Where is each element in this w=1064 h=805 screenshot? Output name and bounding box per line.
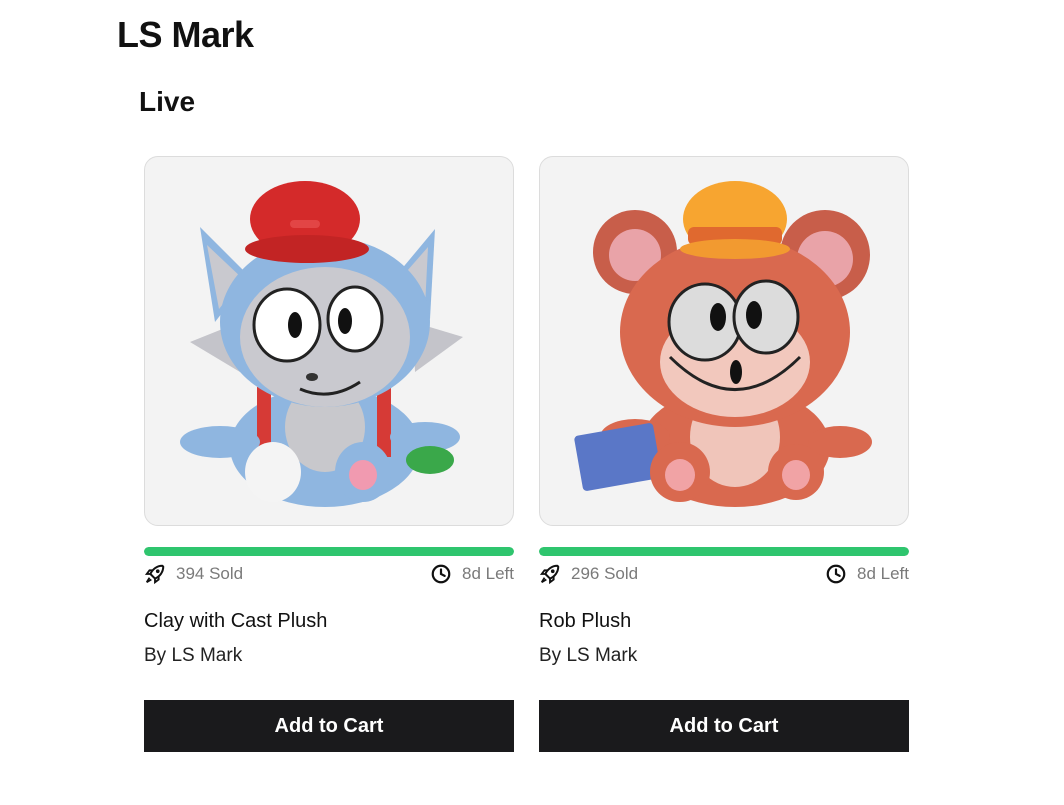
product-name[interactable]: Rob Plush [539, 610, 909, 633]
sales-progress-bar [144, 547, 514, 556]
product-name[interactable]: Clay with Cast Plush [144, 610, 514, 633]
sold-count: 394 Sold [176, 564, 244, 583]
clock-icon [431, 564, 451, 584]
sales-progress-bar [539, 547, 909, 556]
sold-stat: 296 Sold [539, 563, 638, 585]
product-stats: 394 Sold 8d Left [144, 563, 514, 585]
time-left: 8d Left [857, 564, 909, 583]
sales-progress-fill [144, 547, 514, 556]
section-title-live: Live [139, 86, 196, 117]
sales-progress-fill [539, 547, 909, 556]
rocket-icon [144, 564, 165, 585]
rocket-icon [539, 564, 560, 585]
sold-count: 296 Sold [571, 564, 639, 583]
time-left-stat: 8d Left [825, 563, 909, 585]
product-creator[interactable]: By LS Mark [539, 645, 909, 667]
time-left: 8d Left [462, 564, 514, 583]
product-card: 394 Sold 8d Left Clay with Cast Plush By… [144, 156, 514, 752]
product-stats: 296 Sold 8d Left [539, 563, 909, 585]
product-image[interactable] [539, 156, 909, 526]
product-image[interactable] [144, 156, 514, 526]
sold-stat: 394 Sold [144, 563, 243, 585]
product-creator[interactable]: By LS Mark [144, 645, 514, 667]
product-card: 296 Sold 8d Left Rob Plush By LS Mark Ad… [539, 156, 909, 752]
creator-title: LS Mark [117, 14, 254, 55]
add-to-cart-button[interactable]: Add to Cart [144, 700, 514, 752]
clock-icon [826, 564, 846, 584]
add-to-cart-button[interactable]: Add to Cart [539, 700, 909, 752]
time-left-stat: 8d Left [430, 563, 514, 585]
orange-mouse-plush-image [574, 181, 872, 507]
blue-cat-plush-image [180, 181, 463, 507]
